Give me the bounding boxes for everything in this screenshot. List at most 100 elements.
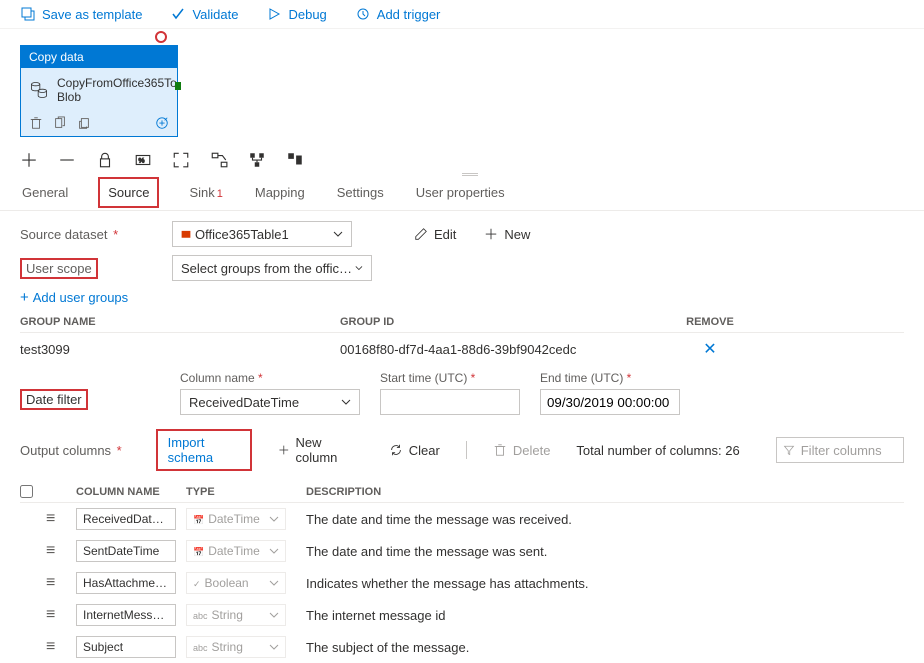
column-type-dropdown[interactable]: abcString xyxy=(186,604,286,626)
end-time-input[interactable] xyxy=(540,389,680,415)
validate-button[interactable]: Validate xyxy=(170,6,238,22)
debug-button[interactable]: Debug xyxy=(266,6,326,22)
panel-resize-handle[interactable] xyxy=(462,173,478,176)
expand-icon[interactable] xyxy=(155,116,169,130)
remove-group-button[interactable]: ✕ xyxy=(703,341,716,358)
column-name-label: Column name * xyxy=(180,371,360,385)
save-as-template-button[interactable]: Save as template xyxy=(20,6,142,22)
add-trigger-label: Add trigger xyxy=(377,7,441,22)
drag-handle-icon[interactable]: ≡ xyxy=(46,638,55,655)
drag-handle-icon[interactable]: ≡ xyxy=(46,510,55,527)
column-type-dropdown[interactable]: abcString xyxy=(186,636,286,658)
delete-icon[interactable] xyxy=(29,116,43,130)
chevron-down-icon xyxy=(269,610,279,620)
lock-icon[interactable] xyxy=(96,151,114,169)
chevron-down-icon xyxy=(269,514,279,524)
user-scope-label: User scope xyxy=(20,258,160,279)
tab-source[interactable]: Source xyxy=(98,177,159,208)
clear-button[interactable]: Clear xyxy=(381,439,448,462)
column-description: The date and time the message was sent. xyxy=(306,544,904,559)
filter-columns-input[interactable]: Filter columns xyxy=(776,437,904,463)
tab-user-properties[interactable]: User properties xyxy=(414,177,507,208)
auto-align-icon[interactable] xyxy=(210,151,228,169)
column-type-dropdown[interactable]: 📅DateTime xyxy=(186,540,286,562)
column-type-dropdown[interactable]: ✓Boolean xyxy=(186,572,286,594)
copy-data-activity-node[interactable]: Copy data CopyFromOffice365To Blob xyxy=(20,45,178,137)
tab-sink-label: Sink xyxy=(189,185,214,200)
column-name-dropdown[interactable]: ReceivedDateTime xyxy=(180,389,360,415)
filter-placeholder: Filter columns xyxy=(801,443,882,458)
column-description: Indicates whether the message has attach… xyxy=(306,576,904,591)
drag-handle-icon[interactable]: ≡ xyxy=(46,574,55,591)
nav-icon[interactable] xyxy=(286,151,304,169)
add-user-groups-button[interactable]: +Add user groups xyxy=(20,289,904,306)
edit-label: Edit xyxy=(434,227,456,242)
new-column-button[interactable]: New column xyxy=(270,431,363,469)
delete-button: Delete xyxy=(485,439,559,462)
user-scope-dropdown[interactable]: Select groups from the office 365 ten... xyxy=(172,255,372,281)
layout-icon[interactable] xyxy=(248,151,266,169)
column-row: ≡ ReceivedDateTim 📅DateTime The date and ti… xyxy=(20,503,904,535)
remove-icon[interactable] xyxy=(58,151,76,169)
canvas-toolbar: % xyxy=(0,147,924,175)
group-id-value: 00168f80-df7d-4aa1-88d6-39bf9042cedc xyxy=(340,342,670,357)
pipeline-canvas[interactable]: Copy data CopyFromOffice365To Blob xyxy=(0,29,924,147)
new-column-label: New column xyxy=(295,435,354,465)
fullscreen-icon[interactable] xyxy=(172,151,190,169)
column-name-input[interactable]: InternetMessageI xyxy=(76,604,176,626)
import-schema-button[interactable]: Import schema xyxy=(156,429,252,471)
add-icon[interactable] xyxy=(20,151,38,169)
column-row: ≡ SentDateTime 📅DateTime The date and time … xyxy=(20,535,904,567)
clone-icon[interactable] xyxy=(53,116,67,130)
group-name-value: test3099 xyxy=(20,342,340,357)
start-time-label: Start time (UTC) * xyxy=(380,371,520,385)
total-columns-label: Total number of columns: 26 xyxy=(576,443,739,458)
plus-icon xyxy=(484,227,498,241)
column-description: The date and time the message was receiv… xyxy=(306,512,904,527)
edit-dataset-button[interactable]: Edit xyxy=(406,223,464,246)
remove-header: REMOVE xyxy=(670,316,750,328)
drag-handle-icon[interactable]: ≡ xyxy=(46,606,55,623)
node-header: Copy data xyxy=(21,46,177,68)
add-trigger-button[interactable]: Add trigger xyxy=(355,6,441,22)
save-as-template-label: Save as template xyxy=(42,7,142,22)
tab-settings[interactable]: Settings xyxy=(335,177,386,208)
column-type-header: TYPE xyxy=(186,486,306,498)
pipeline-toolbar: Save as template Validate Debug Add trig… xyxy=(0,0,924,29)
new-dataset-button[interactable]: New xyxy=(476,223,538,246)
zoom-fit-icon[interactable]: % xyxy=(134,151,152,169)
group-id-header: GROUP ID xyxy=(340,316,670,328)
drag-handle-icon[interactable]: ≡ xyxy=(46,542,55,559)
delete-label: Delete xyxy=(513,443,551,458)
clear-label: Clear xyxy=(409,443,440,458)
chevron-down-icon xyxy=(333,229,343,239)
start-time-input[interactable] xyxy=(380,389,520,415)
tab-mapping[interactable]: Mapping xyxy=(253,177,307,208)
source-dataset-dropdown[interactable]: Office365Table1 xyxy=(172,221,352,247)
node-output-connector[interactable] xyxy=(175,82,181,90)
play-icon xyxy=(266,6,282,22)
debug-label: Debug xyxy=(288,7,326,22)
group-name-header: GROUP NAME xyxy=(20,316,340,328)
chevron-down-icon xyxy=(269,578,279,588)
column-type-dropdown[interactable]: 📅DateTime xyxy=(186,508,286,530)
column-desc-header: DESCRIPTION xyxy=(306,486,904,498)
tab-sink[interactable]: Sink1 xyxy=(187,177,224,208)
user-scope-value: Select groups from the office 365 ten... xyxy=(181,261,355,276)
groups-table-header: GROUP NAME GROUP ID REMOVE xyxy=(20,312,904,332)
pencil-icon xyxy=(414,227,428,241)
check-icon xyxy=(170,6,186,22)
activity-tabs: General Source Sink1 Mapping Settings Us… xyxy=(0,175,924,211)
output-columns-label: Output columns * xyxy=(20,443,138,458)
node-title: CopyFromOffice365To Blob xyxy=(57,76,177,104)
column-name-input[interactable]: HasAttachments xyxy=(76,572,176,594)
new-label: New xyxy=(504,227,530,242)
column-name-input[interactable]: Subject xyxy=(76,636,176,658)
select-all-checkbox[interactable] xyxy=(20,485,33,498)
trash-icon xyxy=(493,443,507,457)
column-name-input[interactable]: SentDateTime xyxy=(76,540,176,562)
copy-icon[interactable] xyxy=(77,116,91,130)
column-row: ≡ HasAttachments ✓Boolean Indicates whether… xyxy=(20,567,904,599)
tab-general[interactable]: General xyxy=(20,177,70,208)
column-name-input[interactable]: ReceivedDateTim xyxy=(76,508,176,530)
